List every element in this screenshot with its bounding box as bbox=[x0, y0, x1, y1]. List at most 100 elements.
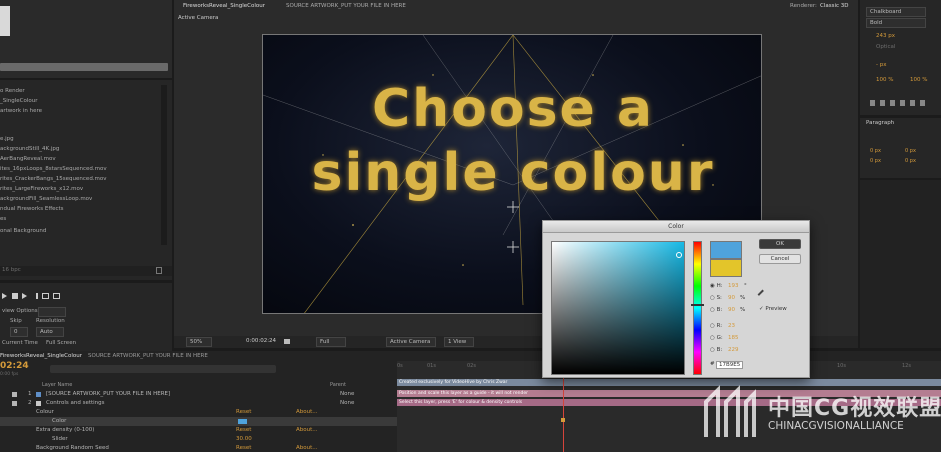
list-item[interactable]: ndual Fireworks Effects bbox=[0, 205, 64, 213]
saturation-field[interactable]: ○ S: 90 % bbox=[710, 295, 754, 304]
font-size-value[interactable]: 243 px bbox=[876, 33, 895, 39]
timeline-search-input[interactable] bbox=[50, 365, 276, 373]
brightness-field[interactable]: ○ B: 90 % bbox=[710, 307, 754, 316]
font-style-dropdown[interactable]: Bold bbox=[866, 18, 926, 28]
faux-bold-icon[interactable] bbox=[870, 100, 875, 106]
table-row[interactable]: 1 [SOURCE ARTWORK_PUT YOUR FILE IN HERE]… bbox=[0, 390, 400, 399]
baseline-value[interactable]: - px bbox=[876, 62, 886, 68]
audio-icon[interactable] bbox=[53, 293, 60, 299]
color-swatch[interactable] bbox=[238, 419, 247, 424]
tab-timeline-source[interactable]: SOURCE ARTWORK_PUT YOUR FILE IN HERE bbox=[88, 353, 208, 359]
viewer-timecode[interactable]: 0:00:02:24 bbox=[246, 338, 276, 344]
reset-link[interactable]: Reset bbox=[236, 408, 251, 417]
saturation-brightness-field[interactable] bbox=[551, 241, 685, 375]
field-value[interactable]: 90 bbox=[728, 307, 735, 313]
about-link[interactable]: About... bbox=[296, 444, 318, 452]
property-name[interactable]: Colour bbox=[36, 408, 54, 417]
list-item[interactable]: _SingleColour bbox=[0, 97, 38, 105]
property-row[interactable]: Slider 30.00 bbox=[0, 435, 400, 444]
tab-composition[interactable]: FireworksReveal_SingleColour bbox=[183, 3, 265, 9]
cancel-button[interactable]: Cancel bbox=[759, 254, 801, 264]
horizontal-scale-value[interactable]: 100 % bbox=[910, 77, 927, 83]
hue-slider[interactable] bbox=[691, 241, 704, 375]
camera-snapshot-icon[interactable] bbox=[284, 339, 290, 344]
camera-dropdown[interactable]: Active Camera bbox=[386, 337, 436, 347]
red-field[interactable]: ○ R: 23 bbox=[710, 323, 754, 332]
layer-name[interactable]: Controls and settings bbox=[46, 399, 105, 408]
about-link[interactable]: About... bbox=[296, 408, 318, 417]
property-row[interactable]: Colour Reset About... bbox=[0, 408, 400, 417]
about-link[interactable]: About... bbox=[296, 426, 318, 435]
property-row[interactable]: Background Random Seed Reset About... bbox=[0, 444, 400, 452]
skip-dropdown[interactable]: 0 bbox=[10, 327, 28, 337]
eyedropper-icon[interactable] bbox=[757, 289, 768, 300]
list-item[interactable]: onal Background bbox=[0, 227, 46, 235]
reset-link[interactable]: Reset bbox=[236, 444, 251, 452]
indent-left-value[interactable]: 0 px bbox=[870, 148, 881, 154]
loop-icon[interactable] bbox=[42, 293, 49, 299]
small-caps-icon[interactable] bbox=[900, 100, 905, 106]
play-icon[interactable] bbox=[2, 293, 7, 299]
column-layer-name[interactable]: Layer Name bbox=[42, 382, 72, 388]
resolution-dropdown-viewer[interactable]: Full bbox=[316, 337, 346, 347]
font-dropdown[interactable]: Chalkboard bbox=[866, 7, 926, 17]
ok-button[interactable]: OK bbox=[759, 239, 801, 249]
blue-field[interactable]: ○ B: 229 bbox=[710, 347, 754, 356]
layer-parent[interactable]: None bbox=[340, 399, 354, 408]
bpc-label[interactable]: 16 bpc bbox=[2, 267, 21, 273]
list-item[interactable]: artwork in here bbox=[0, 107, 42, 115]
preview-checkbox[interactable]: ✓ Preview bbox=[759, 306, 804, 314]
visibility-icon[interactable] bbox=[12, 401, 17, 406]
project-search-bar[interactable] bbox=[0, 63, 168, 71]
list-item[interactable]: rites_CrackerBangs_15sequenced.mov bbox=[0, 175, 107, 183]
list-item[interactable]: ites_16pxLoops_8starsSequenced.mov bbox=[0, 165, 107, 173]
timeline-current-time[interactable]: 02:24 bbox=[0, 361, 29, 371]
preview-options[interactable]: view Options bbox=[2, 308, 38, 314]
last-frame-icon[interactable] bbox=[32, 293, 38, 299]
full-screen-checkbox[interactable]: Full Screen bbox=[46, 340, 76, 346]
space-after-value[interactable]: 0 px bbox=[905, 158, 916, 164]
reset-link[interactable]: Reset bbox=[236, 426, 251, 435]
stop-icon[interactable] bbox=[12, 293, 18, 299]
all-caps-icon[interactable] bbox=[890, 100, 895, 106]
kerning-value[interactable]: Optical bbox=[876, 44, 895, 50]
list-item[interactable]: ackgroundStill_4K.jpg bbox=[0, 145, 59, 153]
visibility-icon[interactable] bbox=[12, 392, 17, 397]
layer-label-color[interactable] bbox=[36, 401, 41, 406]
layer-label-color[interactable] bbox=[36, 392, 41, 397]
list-item[interactable]: es bbox=[0, 215, 6, 223]
subscript-icon[interactable] bbox=[920, 100, 925, 106]
layer-parent[interactable]: None bbox=[340, 390, 354, 399]
current-time-checkbox[interactable]: Current Time bbox=[2, 340, 38, 346]
green-field[interactable]: ○ G: 185 bbox=[710, 335, 754, 344]
tab-timeline-comp[interactable]: FireworksReveal_SingleColour bbox=[0, 353, 82, 359]
color-dialog-titlebar[interactable]: Color bbox=[543, 221, 809, 233]
preview-options-dropdown[interactable] bbox=[38, 307, 66, 317]
view-dropdown[interactable]: 1 View bbox=[444, 337, 474, 347]
hex-value[interactable]: 17B9E5 bbox=[716, 361, 744, 369]
property-name[interactable]: Extra density (0-100) bbox=[36, 426, 94, 435]
zoom-dropdown[interactable]: 50% bbox=[186, 337, 212, 347]
renderer-value[interactable]: Classic 3D bbox=[820, 3, 849, 9]
field-value[interactable]: 193 bbox=[728, 283, 739, 289]
indent-right-value[interactable]: 0 px bbox=[905, 148, 916, 154]
hue-slider-handle[interactable] bbox=[691, 304, 704, 306]
faux-italic-icon[interactable] bbox=[880, 100, 885, 106]
column-parent[interactable]: Parent bbox=[330, 382, 346, 388]
property-row-selected[interactable]: Color bbox=[0, 417, 400, 426]
property-row[interactable]: Extra density (0-100) Reset About... bbox=[0, 426, 400, 435]
superscript-icon[interactable] bbox=[910, 100, 915, 106]
list-item[interactable]: AerBangReveal.mov bbox=[0, 155, 56, 163]
slider-value[interactable]: 30.00 bbox=[236, 435, 252, 444]
property-name[interactable]: Slider bbox=[52, 435, 68, 444]
next-frame-icon[interactable] bbox=[22, 293, 27, 299]
project-scrollbar[interactable] bbox=[161, 85, 167, 245]
list-item[interactable]: rites_LargeFireworks_x12.mov bbox=[0, 185, 83, 193]
trash-icon[interactable] bbox=[156, 267, 162, 274]
field-value[interactable]: 23 bbox=[728, 323, 735, 329]
table-row[interactable]: 2 Controls and settings None bbox=[0, 399, 400, 408]
field-value[interactable]: 185 bbox=[728, 335, 739, 341]
color-picker-cursor[interactable] bbox=[676, 252, 682, 258]
field-value[interactable]: 229 bbox=[728, 347, 739, 353]
layer-name[interactable]: [SOURCE ARTWORK_PUT YOUR FILE IN HERE] bbox=[46, 390, 170, 399]
